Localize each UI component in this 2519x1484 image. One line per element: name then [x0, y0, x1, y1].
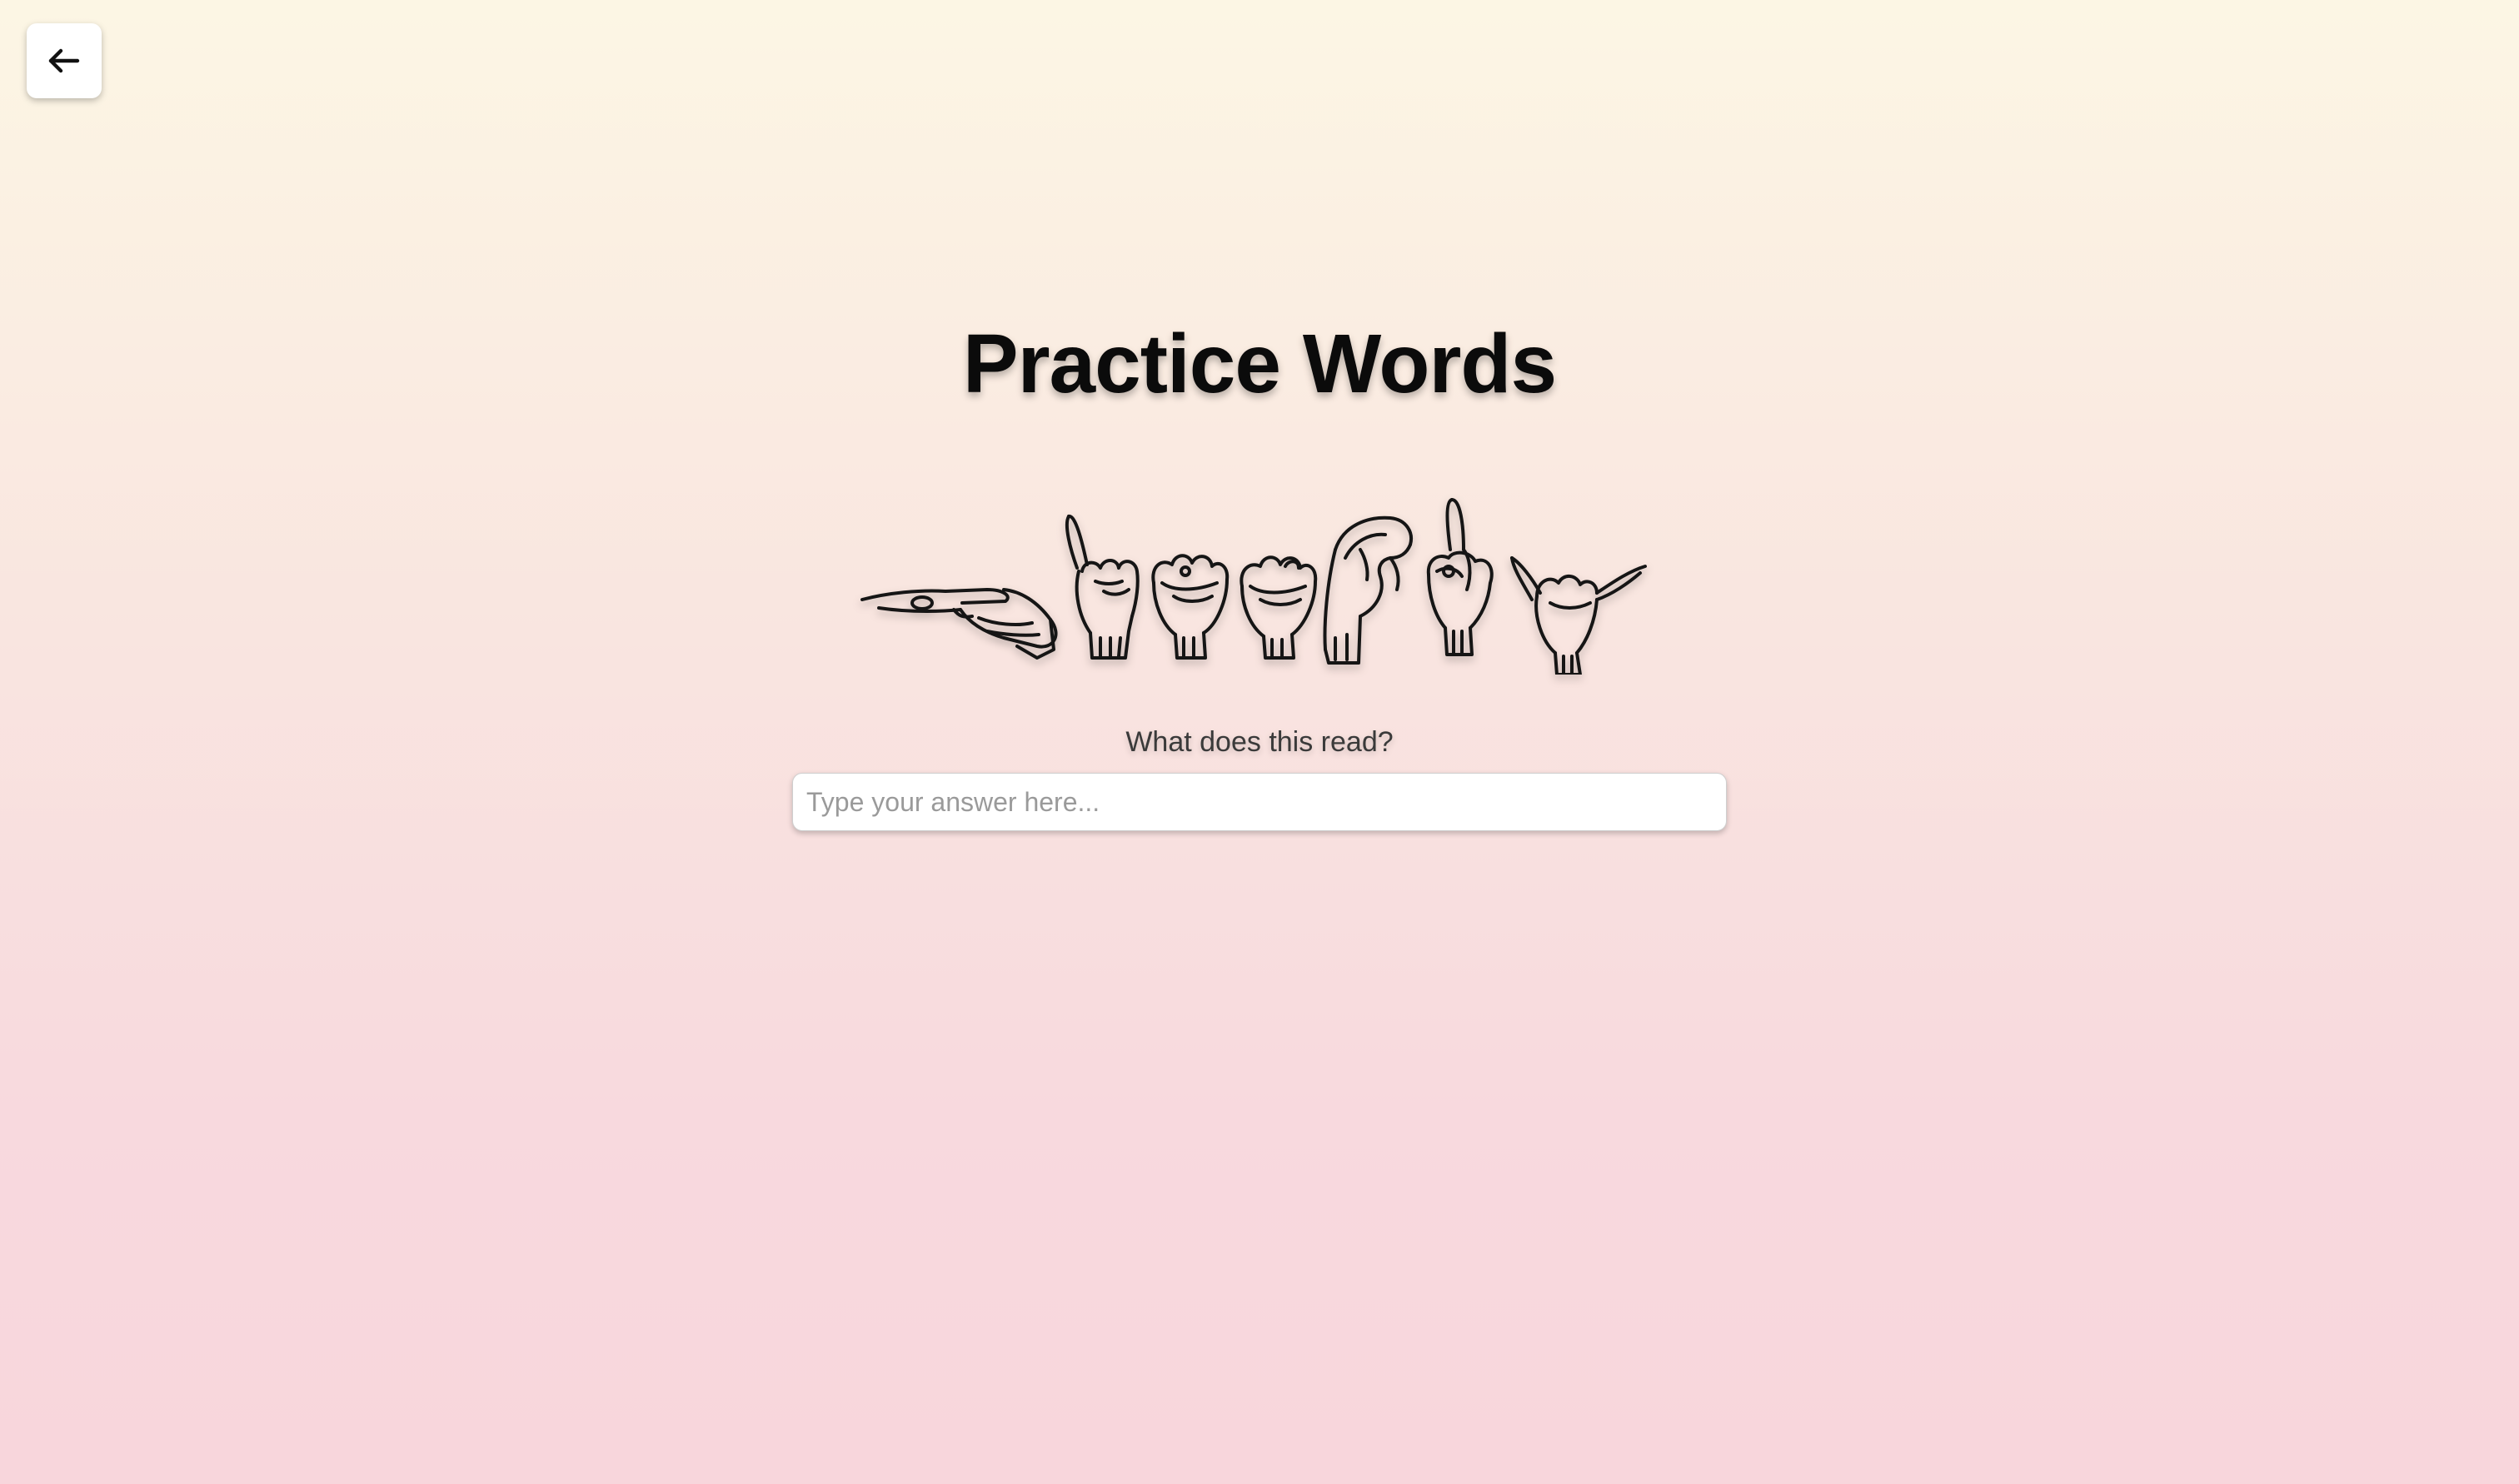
hand-sign-1-icon — [860, 588, 1058, 660]
question-prompt: What does this read? — [1125, 726, 1394, 758]
back-button[interactable] — [27, 23, 102, 98]
hand-sign-3-icon — [1151, 554, 1230, 660]
hand-sign-6-icon — [1426, 498, 1494, 656]
answer-input[interactable] — [792, 773, 1727, 831]
hand-sign-5-icon — [1323, 515, 1413, 665]
hand-sign-7-icon — [1510, 556, 1647, 675]
page-title: Practice Words — [962, 317, 1557, 411]
fingerspelling-signs — [860, 498, 1647, 675]
arrow-left-icon — [48, 48, 80, 73]
hand-sign-4-icon — [1240, 555, 1318, 660]
hand-sign-2-icon — [1065, 515, 1140, 660]
